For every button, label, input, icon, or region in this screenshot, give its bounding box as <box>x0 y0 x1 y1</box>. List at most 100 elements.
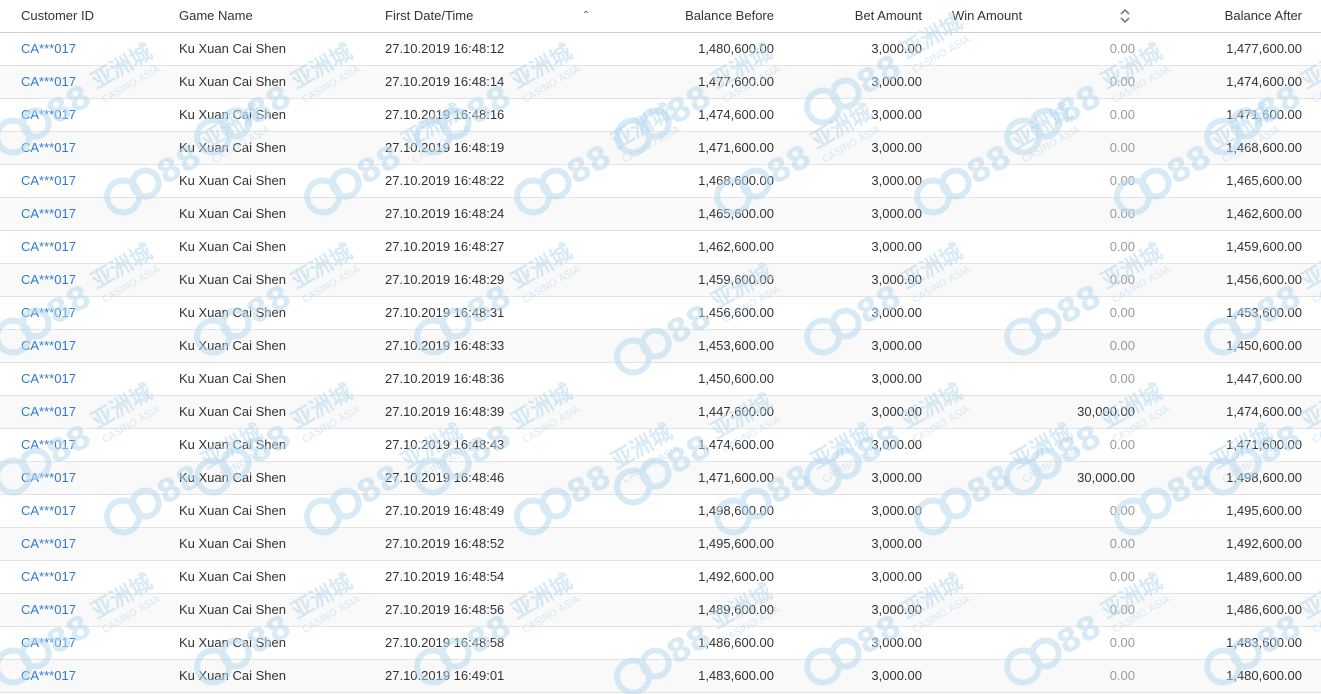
game-name-cell: Ku Xuan Cai Shen <box>179 305 286 320</box>
column-header-balance-after[interactable]: Balance After <box>1150 0 1302 32</box>
date-time-cell: 27.10.2019 16:48:43 <box>385 437 505 452</box>
table-row[interactable]: CA***017 Ku Xuan Cai Shen 27.10.2019 16:48… <box>0 627 1321 660</box>
win-amount-cell: 0.00 <box>1109 569 1135 584</box>
chevron-up-icon[interactable]: ⌃ <box>579 0 593 32</box>
sort-updown-icon[interactable] <box>1119 7 1133 25</box>
date-time-cell: 27.10.2019 16:48:39 <box>385 404 505 419</box>
table-row[interactable]: CA***017 Ku Xuan Cai Shen 27.10.2019 16:48… <box>0 429 1321 462</box>
table-row[interactable]: CA***017 Ku Xuan Cai Shen 27.10.2019 16:48… <box>0 495 1321 528</box>
date-time-cell: 27.10.2019 16:48:58 <box>385 635 505 650</box>
game-name-cell: Ku Xuan Cai Shen <box>179 404 286 419</box>
balance-after-cell: 1,477,600.00 <box>1226 41 1302 56</box>
bet-amount-cell: 3,000.00 <box>871 635 922 650</box>
table-row[interactable]: CA***017 Ku Xuan Cai Shen 27.10.2019 16:48… <box>0 462 1321 495</box>
table-row[interactable]: CA***017 Ku Xuan Cai Shen 27.10.2019 16:49… <box>0 660 1321 693</box>
customer-id-link[interactable]: CA***017 <box>21 264 171 296</box>
bet-amount-cell: 3,000.00 <box>871 41 922 56</box>
date-time-cell: 27.10.2019 16:48:24 <box>385 206 505 221</box>
table-row[interactable]: CA***017 Ku Xuan Cai Shen 27.10.2019 16:48… <box>0 561 1321 594</box>
column-header-customer-id[interactable]: Customer ID <box>21 0 171 32</box>
customer-id-link[interactable]: CA***017 <box>21 363 171 395</box>
customer-id-link[interactable]: CA***017 <box>21 231 171 263</box>
win-amount-cell: 0.00 <box>1109 602 1135 617</box>
customer-id-link[interactable]: CA***017 <box>21 165 171 197</box>
date-time-cell: 27.10.2019 16:48:52 <box>385 536 505 551</box>
win-amount-cell: 0.00 <box>1109 536 1135 551</box>
game-name-cell: Ku Xuan Cai Shen <box>179 635 286 650</box>
date-time-cell: 27.10.2019 16:48:49 <box>385 503 505 518</box>
customer-id-link[interactable]: CA***017 <box>21 429 171 461</box>
win-amount-cell: 0.00 <box>1109 173 1135 188</box>
win-amount-cell: 0.00 <box>1109 107 1135 122</box>
customer-id-link[interactable]: CA***017 <box>21 462 171 494</box>
customer-id-link[interactable]: CA***017 <box>21 627 171 659</box>
customer-id-link[interactable]: CA***017 <box>21 99 171 131</box>
win-amount-cell: 0.00 <box>1109 437 1135 452</box>
bet-amount-cell: 3,000.00 <box>871 404 922 419</box>
balance-after-cell: 1,465,600.00 <box>1226 173 1302 188</box>
column-header-bet-amount[interactable]: Bet Amount <box>780 0 922 32</box>
bet-amount-cell: 3,000.00 <box>871 503 922 518</box>
customer-id-link[interactable]: CA***017 <box>21 330 171 362</box>
table-row[interactable]: CA***017 Ku Xuan Cai Shen 27.10.2019 16:48… <box>0 198 1321 231</box>
game-name-cell: Ku Xuan Cai Shen <box>179 206 286 221</box>
win-amount-cell: 0.00 <box>1109 41 1135 56</box>
table-row[interactable]: CA***017 Ku Xuan Cai Shen 27.10.2019 16:48… <box>0 33 1321 66</box>
table-row[interactable]: CA***017 Ku Xuan Cai Shen 27.10.2019 16:48… <box>0 396 1321 429</box>
table-row[interactable]: CA***017 Ku Xuan Cai Shen 27.10.2019 16:48… <box>0 594 1321 627</box>
game-name-cell: Ku Xuan Cai Shen <box>179 41 286 56</box>
table-row[interactable]: CA***017 Ku Xuan Cai Shen 27.10.2019 16:48… <box>0 132 1321 165</box>
bet-amount-cell: 3,000.00 <box>871 536 922 551</box>
game-name-cell: Ku Xuan Cai Shen <box>179 437 286 452</box>
customer-id-link[interactable]: CA***017 <box>21 198 171 230</box>
table-row[interactable]: CA***017 Ku Xuan Cai Shen 27.10.2019 16:48… <box>0 528 1321 561</box>
table-row[interactable]: CA***017 Ku Xuan Cai Shen 27.10.2019 16:48… <box>0 363 1321 396</box>
table-row[interactable]: CA***017 Ku Xuan Cai Shen 27.10.2019 16:48… <box>0 231 1321 264</box>
balance-after-cell: 1,474,600.00 <box>1226 404 1302 419</box>
bet-amount-cell: 3,000.00 <box>871 371 922 386</box>
balance-before-cell: 1,480,600.00 <box>698 41 774 56</box>
table-body: CA***017 Ku Xuan Cai Shen 27.10.2019 16:48… <box>0 33 1321 693</box>
column-header-first-date-time[interactable]: First Date/Time <box>385 0 575 32</box>
game-name-cell: Ku Xuan Cai Shen <box>179 470 286 485</box>
balance-before-cell: 1,492,600.00 <box>698 569 774 584</box>
table-row[interactable]: CA***017 Ku Xuan Cai Shen 27.10.2019 16:48… <box>0 66 1321 99</box>
bet-amount-cell: 3,000.00 <box>871 437 922 452</box>
balance-after-cell: 1,495,600.00 <box>1226 503 1302 518</box>
customer-id-link[interactable]: CA***017 <box>21 33 171 65</box>
balance-before-cell: 1,474,600.00 <box>698 437 774 452</box>
game-name-cell: Ku Xuan Cai Shen <box>179 239 286 254</box>
balance-before-cell: 1,474,600.00 <box>698 107 774 122</box>
column-header-win-amount[interactable]: Win Amount <box>952 0 1092 32</box>
date-time-cell: 27.10.2019 16:49:01 <box>385 668 505 683</box>
customer-id-link[interactable]: CA***017 <box>21 528 171 560</box>
date-time-cell: 27.10.2019 16:48:12 <box>385 41 505 56</box>
win-amount-cell: 0.00 <box>1109 140 1135 155</box>
column-header-balance-before[interactable]: Balance Before <box>600 0 774 32</box>
balance-before-cell: 1,495,600.00 <box>698 536 774 551</box>
customer-id-link[interactable]: CA***017 <box>21 594 171 626</box>
win-amount-cell: 0.00 <box>1109 272 1135 287</box>
table-row[interactable]: CA***017 Ku Xuan Cai Shen 27.10.2019 16:48… <box>0 99 1321 132</box>
customer-id-link[interactable]: CA***017 <box>21 495 171 527</box>
table-row[interactable]: CA***017 Ku Xuan Cai Shen 27.10.2019 16:48… <box>0 165 1321 198</box>
table-row[interactable]: CA***017 Ku Xuan Cai Shen 27.10.2019 16:48… <box>0 330 1321 363</box>
table-row[interactable]: CA***017 Ku Xuan Cai Shen 27.10.2019 16:48… <box>0 297 1321 330</box>
balance-before-cell: 1,468,600.00 <box>698 173 774 188</box>
customer-id-link[interactable]: CA***017 <box>21 66 171 98</box>
customer-id-link[interactable]: CA***017 <box>21 561 171 593</box>
customer-id-link[interactable]: CA***017 <box>21 396 171 428</box>
customer-id-link[interactable]: CA***017 <box>21 660 171 692</box>
balance-before-cell: 1,450,600.00 <box>698 371 774 386</box>
table-row[interactable]: CA***017 Ku Xuan Cai Shen 27.10.2019 16:48… <box>0 264 1321 297</box>
customer-id-link[interactable]: CA***017 <box>21 132 171 164</box>
balance-after-cell: 1,459,600.00 <box>1226 239 1302 254</box>
win-amount-cell: 30,000.00 <box>1077 470 1135 485</box>
date-time-cell: 27.10.2019 16:48:33 <box>385 338 505 353</box>
balance-after-cell: 1,471,600.00 <box>1226 107 1302 122</box>
customer-id-link[interactable]: CA***017 <box>21 297 171 329</box>
balance-before-cell: 1,498,600.00 <box>698 503 774 518</box>
game-name-cell: Ku Xuan Cai Shen <box>179 74 286 89</box>
bet-amount-cell: 3,000.00 <box>871 305 922 320</box>
column-header-game-name[interactable]: Game Name <box>179 0 369 32</box>
